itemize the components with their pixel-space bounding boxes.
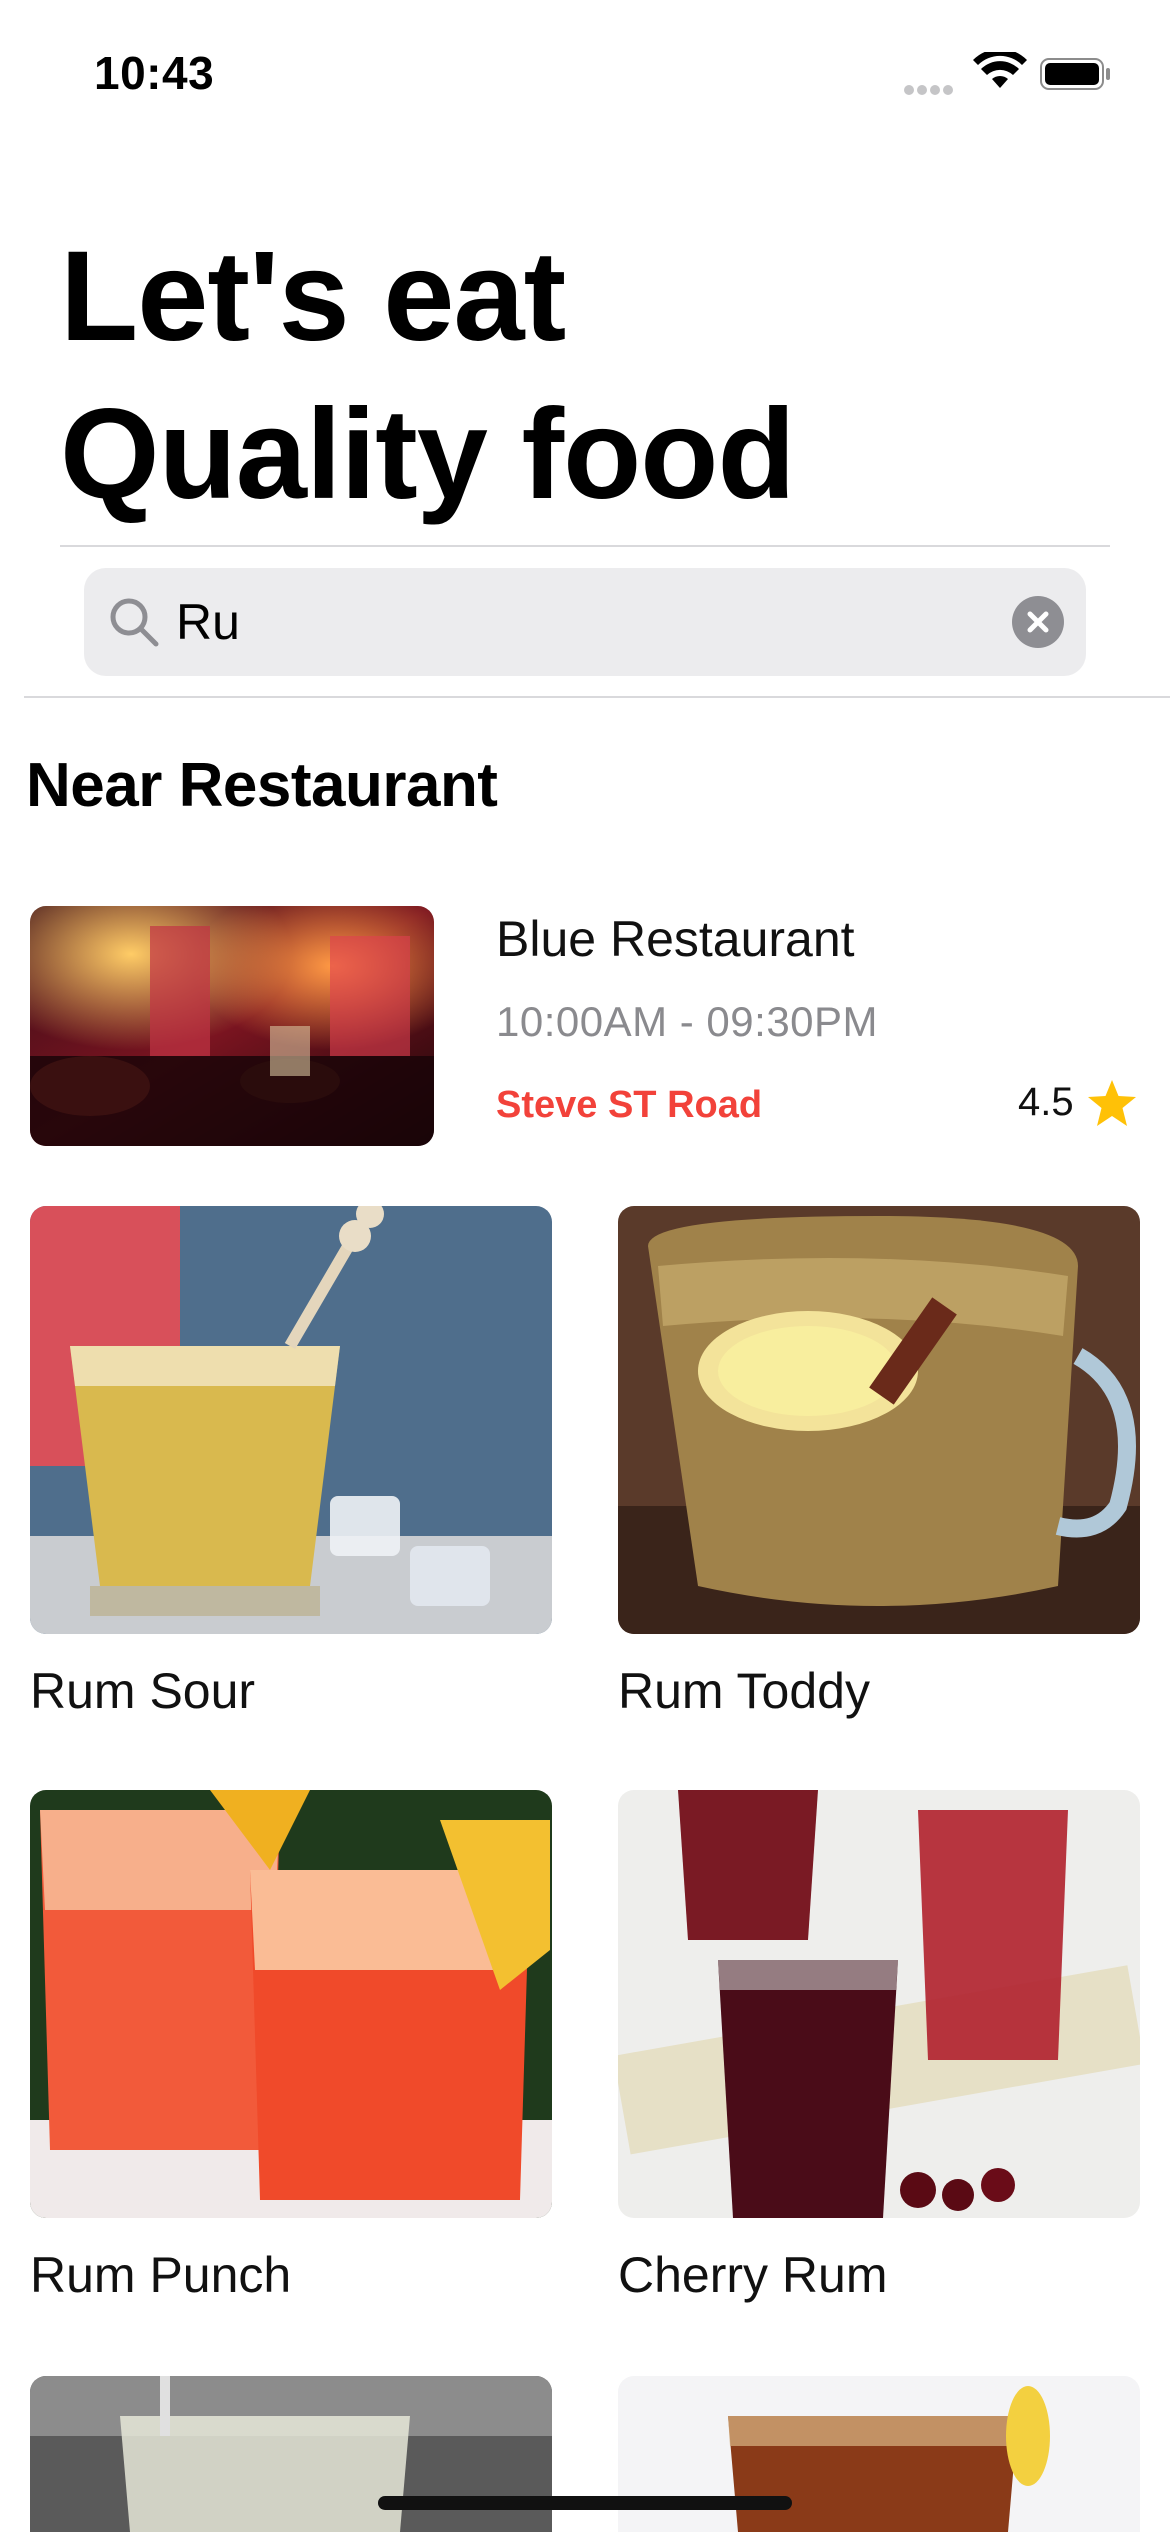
divider [24,696,1170,698]
home-indicator[interactable] [378,2496,792,2510]
restaurant-hours: 10:00AM - 09:30PM [496,998,879,1045]
page-title-line-1: Let's eat [60,225,566,368]
item-label: Rum Sour [30,1663,256,1719]
search-input[interactable]: Ru [176,594,240,650]
restaurant-image [30,906,434,1146]
divider [60,545,1110,547]
wifi-icon [973,52,1027,88]
page-title-line-2: Quality food [60,383,796,526]
battery-icon [1040,58,1110,90]
close-icon [1027,611,1049,633]
page-title: Let's eat Quality food [60,218,1060,534]
item-image [30,1790,552,2218]
clear-search-button[interactable] [1012,596,1064,648]
restaurant-rating: 4.5 [1018,1080,1074,1124]
item-image [618,1206,1140,1634]
item-image [618,1790,1140,2218]
search-field[interactable]: Ru [84,568,1086,676]
status-bar: 10:43 [0,0,1170,150]
section-title: Near Restaurant [26,751,498,820]
item-label: Rum Punch [30,2247,292,2303]
restaurant-address: Steve ST Road [496,1084,763,1126]
app-screen: 10:43 Let's eat Quality food Ru Near Res… [0,0,1170,2532]
item-image [30,1206,552,1634]
cellular-signal-icon [904,82,960,95]
status-time: 10:43 [94,47,215,99]
restaurant-name: Blue Restaurant [496,911,855,967]
star-icon [1088,1080,1136,1126]
search-icon [110,598,159,647]
item-label: Cherry Rum [618,2247,888,2303]
item-label: Rum Toddy [618,1663,870,1719]
